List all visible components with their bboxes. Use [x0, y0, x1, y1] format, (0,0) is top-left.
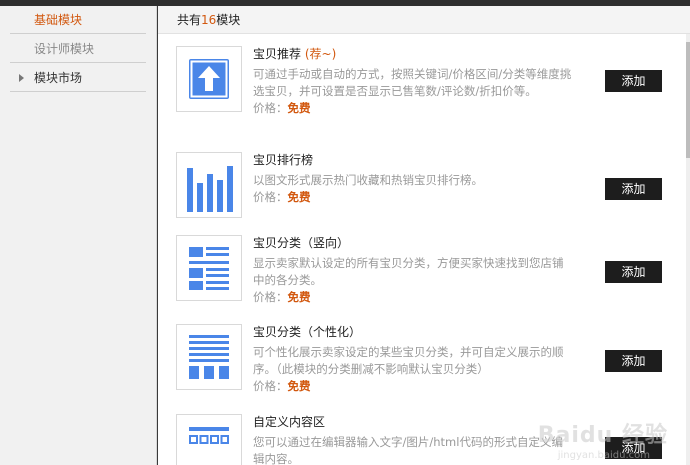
- module-title: 宝贝推荐: [253, 47, 302, 61]
- add-module-button[interactable]: 添加: [605, 261, 662, 283]
- watermark-logo: Baidu 经验: [537, 423, 668, 448]
- module-price: 价格：免费: [253, 190, 311, 204]
- module-description: 显示卖家默认设定的所有宝贝分类，方便买家快速找到您店铺中的各分类。: [253, 256, 564, 287]
- module-price: 价格：免费: [253, 379, 311, 393]
- module-thumbnail: [176, 414, 242, 465]
- add-module-button[interactable]: 添加: [605, 350, 662, 372]
- module-thumbnail: [176, 235, 242, 301]
- scrollbar[interactable]: [686, 34, 690, 465]
- sidebar-item-label: 模块市场: [34, 71, 83, 85]
- sidebar-item-designer-modules[interactable]: 设计师模块: [10, 35, 146, 63]
- module-count-header: 共有16模块: [158, 6, 690, 34]
- module-description: 可个性化展示卖家设定的某些宝贝分类，并可自定义展示的顺序。（此模块的分类删减不影…: [253, 345, 564, 376]
- upload-arrow-icon: [189, 59, 229, 99]
- module-thumbnail: [176, 324, 242, 390]
- custom-category-icon: [189, 335, 229, 379]
- add-module-button[interactable]: 添加: [605, 178, 662, 200]
- custom-content-icon: [189, 427, 229, 444]
- watermark-url: jingyan.baidu.com: [557, 450, 650, 461]
- module-price: 价格：免费: [253, 290, 311, 304]
- module-thumbnail: [176, 152, 242, 218]
- module-title: 宝贝分类（个性化）: [253, 325, 362, 339]
- category-list-icon: [189, 247, 229, 290]
- module-count: 16: [201, 13, 217, 27]
- sidebar-item-label: 基础模块: [34, 13, 83, 27]
- scrollbar-thumb[interactable]: [686, 42, 690, 158]
- bar-chart-icon: [187, 166, 233, 212]
- module-title: 宝贝排行榜: [253, 153, 314, 167]
- module-title: 自定义内容区: [253, 415, 326, 429]
- module-description: 可通过手动或自动的方式，按照关键词/价格区间/分类等维度挑选宝贝，并可设置是否显…: [253, 67, 572, 98]
- recommend-tag: (荐~): [304, 47, 337, 61]
- add-module-button[interactable]: 添加: [605, 70, 662, 92]
- triangle-right-icon: [19, 74, 24, 82]
- sidebar-item-module-market[interactable]: 模块市场: [10, 64, 146, 92]
- sidebar: 基础模块 设计师模块 模块市场: [0, 6, 157, 465]
- module-thumbnail: [176, 46, 242, 112]
- module-list-panel: 共有16模块 宝贝推荐 (荐~) 可通过手动或自动的方式，按照关键词/价格区间/…: [158, 6, 690, 465]
- sidebar-item-basic-modules[interactable]: 基础模块: [10, 6, 146, 34]
- module-title: 宝贝分类（竖向）: [253, 236, 350, 250]
- sidebar-item-label: 设计师模块: [34, 42, 95, 56]
- module-price: 价格：免费: [253, 101, 311, 115]
- module-description: 以图文形式展示热门收藏和热销宝贝排行榜。: [253, 173, 483, 187]
- module-description: 您可以通过在编辑器输入文字/图片/html代码的形式自定义编辑内容。: [253, 435, 563, 465]
